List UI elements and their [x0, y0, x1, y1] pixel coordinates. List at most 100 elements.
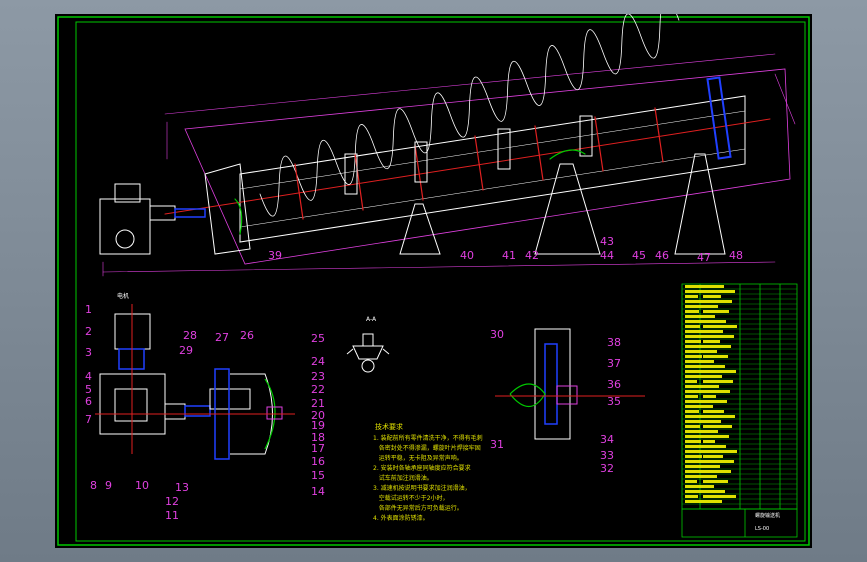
parts-list-text [703, 400, 727, 403]
parts-list-text [703, 345, 731, 348]
callout-41: 41 [502, 249, 516, 262]
callout-25: 25 [311, 332, 325, 345]
dimension-envelope [184, 68, 791, 265]
callout-24: 24 [311, 355, 325, 368]
callout-10: 10 [135, 479, 149, 492]
parts-list-text [703, 355, 728, 358]
parts-list-text [703, 360, 714, 363]
parts-list-text [685, 400, 705, 403]
callout-22: 22 [311, 383, 325, 396]
callout-40: 40 [460, 249, 474, 262]
parts-list-text [703, 335, 734, 338]
notes-heading: 技术要求 [375, 423, 403, 431]
view-label-left: 电机 [117, 293, 130, 300]
parts-list-text [685, 370, 703, 373]
parts-list-text [703, 440, 715, 443]
callout-34: 34 [600, 433, 614, 446]
parts-list-text [703, 310, 729, 313]
note-line: 3. 减速机按说明书要求加注润滑油， [373, 485, 471, 492]
callout-28: 28 [183, 329, 197, 342]
parts-list-text [703, 330, 723, 333]
parts-list-text [703, 435, 729, 438]
callout-5: 5 [85, 383, 92, 396]
parts-list-text [685, 410, 699, 413]
title-block-name: 螺旋输送机 [755, 513, 781, 519]
conveyor-tube [239, 95, 746, 243]
parts-list-text [685, 480, 697, 483]
technical-notes: 1. 装配前所有零件清洗干净，不得有毛刺 各密封处不得渗漏，螺旋叶片焊接牢固 运… [373, 434, 483, 524]
callout-37: 37 [607, 357, 621, 370]
shaft-centerline [164, 118, 771, 215]
parts-list-text [703, 495, 736, 498]
parts-list-text [703, 370, 736, 373]
parts-list-text [703, 485, 714, 488]
drawing-sheet[interactable]: 电机 A-A 39 40 41 42 43 44 45 46 47 48 1 2 3 4 5 6 7 8 9 10 1… [55, 14, 812, 548]
callout-35: 35 [607, 395, 621, 408]
callout-13: 13 [175, 481, 189, 494]
parts-list-text [703, 480, 728, 483]
parts-list-text [685, 340, 701, 343]
parts-list-text [703, 420, 721, 423]
callout-47: 47 [697, 251, 711, 264]
parts-list-text [703, 295, 721, 298]
parts-list-text [685, 285, 704, 288]
parts-list-text [685, 355, 702, 358]
parts-list-text [703, 465, 720, 468]
callout-7: 7 [85, 413, 92, 426]
left-view [95, 304, 235, 454]
parts-list-text [703, 340, 720, 343]
parts-list-text [703, 445, 726, 448]
parts-list-text [703, 415, 735, 418]
parts-list-text [703, 455, 723, 458]
callout-11: 11 [165, 509, 179, 522]
parts-list-text [685, 455, 702, 458]
callout-39: 39 [268, 249, 282, 262]
right-view [495, 328, 645, 440]
end-flange [706, 76, 732, 160]
parts-list-text [685, 500, 705, 503]
callout-6: 6 [85, 395, 92, 408]
parts-list-text [685, 495, 698, 498]
parts-list-text [703, 290, 735, 293]
parts-list-text [703, 470, 731, 473]
callout-3: 3 [85, 346, 92, 359]
parts-list-text [703, 490, 725, 493]
parts-list-text [703, 380, 733, 383]
parts-list-text [685, 485, 704, 488]
screw-flights [259, 14, 680, 217]
parts-list-text [703, 305, 718, 308]
note-line: 4. 外表面涂防锈漆。 [373, 515, 429, 522]
cad-viewport: 电机 A-A 39 40 41 42 43 44 45 46 47 48 1 2 3 4 5 6 7 8 9 10 1… [0, 0, 867, 562]
parts-list-text [703, 450, 737, 453]
callout-21: 21 [311, 397, 325, 410]
view-label-mid: A-A [366, 316, 377, 323]
callout-15: 15 [311, 469, 325, 482]
parts-list-text [703, 410, 724, 413]
parts-list-text [703, 460, 734, 463]
callout-38: 38 [607, 336, 621, 349]
callout-42: 42 [525, 249, 539, 262]
parts-list-text [685, 295, 698, 298]
callout-36: 36 [607, 378, 621, 391]
parts-list-text [703, 405, 713, 408]
callout-18: 18 [311, 431, 325, 444]
parts-list-text [685, 385, 704, 388]
callout-14: 14 [311, 485, 325, 498]
callout-17: 17 [311, 442, 325, 455]
callout-30: 30 [490, 328, 504, 341]
note-line: 2. 安装时各轴承座同轴度应符合要求 [373, 465, 471, 472]
parts-list-text [703, 475, 717, 478]
parts-list-text [703, 365, 725, 368]
title-block-code: LS-00 [755, 526, 770, 532]
parts-list-text [703, 320, 726, 323]
callout-32: 32 [600, 462, 614, 475]
parts-list-text [685, 325, 700, 328]
center-view [346, 333, 390, 373]
callout-26: 26 [240, 329, 254, 342]
note-line: 各部件无异常后方可负载运行。 [373, 505, 463, 512]
callout-46: 46 [655, 249, 669, 262]
flange-view [195, 368, 295, 460]
parts-list-text [685, 425, 700, 428]
parts-list-text [703, 325, 737, 328]
parts-list-text [703, 430, 718, 433]
